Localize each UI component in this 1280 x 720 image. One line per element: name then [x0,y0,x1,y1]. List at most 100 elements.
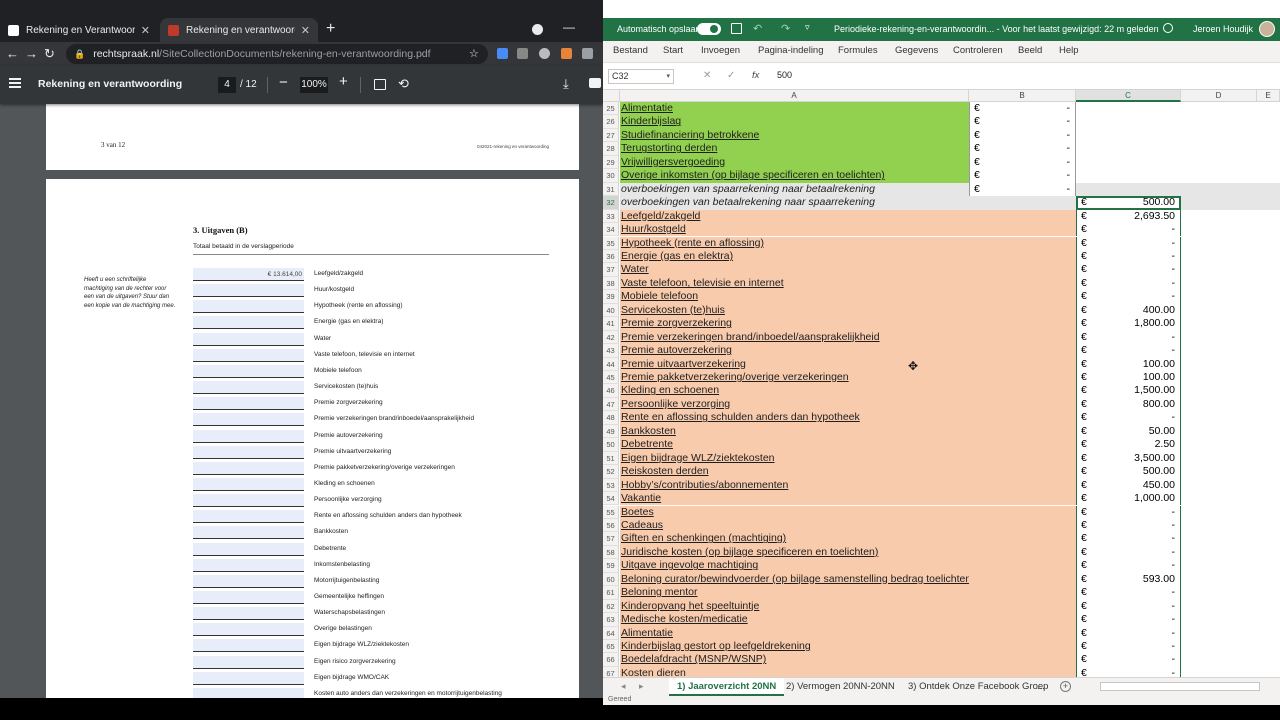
row-header[interactable]: 36 [603,249,619,264]
cell-c[interactable]: €3,500.00 [1076,451,1181,466]
cell-c[interactable]: €500.00 [1076,465,1181,479]
row-header[interactable]: 37 [603,263,619,277]
cell-b[interactable] [969,518,1076,533]
row-header[interactable]: 61 [603,586,619,600]
expense-amount-input[interactable] [193,284,304,298]
cell-c[interactable]: € - [1076,290,1181,304]
cell-b[interactable] [969,559,1076,573]
extension-icon[interactable] [539,48,550,59]
back-icon[interactable]: ← [6,46,19,62]
cell-label[interactable]: Reiskosten derden [620,465,969,479]
document-title[interactable]: Periodieke-rekening-en-verantwoordin... … [834,24,1159,34]
cell-label[interactable]: Huur/kostgeld [620,223,969,237]
expense-amount-input[interactable] [193,348,304,362]
cell-b[interactable] [969,465,1076,479]
row-header[interactable]: 32 [603,196,619,210]
cell-c[interactable]: € - [1076,559,1181,573]
cell-c[interactable] [1076,102,1181,115]
cell-b[interactable]: € - [969,128,1076,143]
expense-amount-input[interactable] [193,687,304,698]
user-name[interactable]: Jeroen Houdijk [1193,24,1253,34]
cell-c[interactable] [1076,129,1181,142]
cell-b[interactable] [969,303,1076,318]
row-header[interactable]: 26 [603,115,619,129]
cell-b[interactable]: € - [969,115,1076,129]
zoom-out-icon[interactable]: − [279,74,288,91]
cell-c[interactable]: €800.00 [1076,397,1181,412]
cell-c[interactable] [1076,156,1181,169]
cell-c[interactable]: € - [1076,330,1181,345]
cell-b[interactable]: € - [969,142,1076,156]
select-all-corner[interactable] [603,90,620,102]
ribbon-tab-start[interactable]: Start [663,45,683,56]
name-box[interactable]: C32 ▾ [608,69,674,84]
cell-b[interactable] [969,640,1076,654]
cell-b[interactable] [969,478,1076,493]
row-header[interactable]: 53 [603,478,619,493]
cell-label[interactable]: Persoonlijke verzorging [620,397,969,412]
cell-label[interactable]: Eigen bijdrage WLZ/ziektekosten [620,451,969,466]
customize-toolbar-icon[interactable]: ▿ [805,22,810,33]
cell-b[interactable] [969,424,1076,439]
cell-label[interactable]: Premie verzekeringen brand/inboedel/aans… [620,330,969,345]
cell-b[interactable] [969,249,1076,264]
cell-b[interactable] [969,653,1076,667]
ribbon-tab-gegevens[interactable]: Gegevens [895,45,938,56]
ribbon-tab-pagina-indeling[interactable]: Pagina-indeling [758,45,824,56]
cell-b[interactable] [969,613,1076,627]
cell-c[interactable]: € - [1076,518,1181,533]
cell-label[interactable]: Leefgeld/zakgeld [620,209,969,224]
column-header-b[interactable]: B [969,90,1076,102]
cell-b[interactable] [969,290,1076,304]
expense-amount-input[interactable] [193,591,304,604]
sheet-tab-vermogen[interactable]: 2) Vermogen 20NN-20NN [778,678,903,696]
expense-amount-input[interactable] [193,461,304,475]
cell-c[interactable]: € - [1076,666,1181,677]
cell-label[interactable]: Vrijwilligersvergoeding [620,155,969,170]
cell-b[interactable] [969,276,1076,291]
column-header-d[interactable]: D [1181,90,1257,102]
row-header[interactable]: 50 [603,438,619,452]
undo-icon[interactable]: ↶ [753,22,762,35]
expense-amount-input[interactable] [193,542,304,556]
cell-b[interactable]: € - [969,102,1076,116]
column-header-e[interactable]: E [1257,90,1280,102]
extension-icon[interactable] [517,48,528,59]
cell-c[interactable]: € - [1076,505,1181,519]
expense-amount-input[interactable] [193,316,304,330]
cell-label[interactable]: Studiefinanciering betrokkene [620,128,969,143]
cell-c[interactable]: €50.00 [1076,424,1181,439]
extensions-puzzle-icon[interactable] [582,48,593,59]
cell-c[interactable]: €400.00 [1076,303,1181,318]
cell-label[interactable]: Premie zorgverzekering [620,317,969,331]
row-header[interactable]: 51 [603,451,619,466]
expense-amount-input[interactable] [193,526,304,540]
cell-c[interactable]: €1,800.00 [1076,317,1181,331]
cell-label[interactable]: Vaste telefoon, televisie en internet [620,276,969,291]
expense-amount-input[interactable] [193,655,304,669]
download-icon[interactable]: ⤓ [563,76,569,92]
row-header[interactable]: 54 [603,492,619,506]
row-header[interactable]: 47 [603,397,619,412]
cell-c[interactable]: € - [1076,532,1181,546]
cell-c[interactable]: €2.50 [1076,438,1181,452]
cell-b[interactable] [969,236,1076,250]
cell-b[interactable] [969,371,1076,385]
row-header[interactable]: 35 [603,236,619,250]
row-header[interactable]: 56 [603,518,619,533]
menu-icon[interactable] [9,78,21,80]
cell-c[interactable]: € - [1076,613,1181,627]
cell-label[interactable]: Hypotheek (rente en aflossing) [620,236,969,250]
cell-label[interactable]: Uitgave ingevolge machtiging [620,559,969,573]
cell-b[interactable] [969,397,1076,412]
cell-c[interactable]: € - [1076,626,1181,640]
cell-label[interactable]: Servicekosten (te)huis [620,303,969,318]
cell-label[interactable]: Beloning curator/bewindvoerder (op bijla… [620,572,969,587]
cell-label[interactable]: Overige inkomsten (op bijlage specificer… [620,169,969,183]
expense-amount-input[interactable] [193,413,304,427]
scroll-tabs-left-icon[interactable]: ◂ [621,681,626,692]
cell-c[interactable]: € - [1076,586,1181,600]
row-header[interactable]: 31 [603,182,619,197]
zoom-input[interactable]: 100% [300,77,328,93]
row-header[interactable]: 52 [603,465,619,479]
